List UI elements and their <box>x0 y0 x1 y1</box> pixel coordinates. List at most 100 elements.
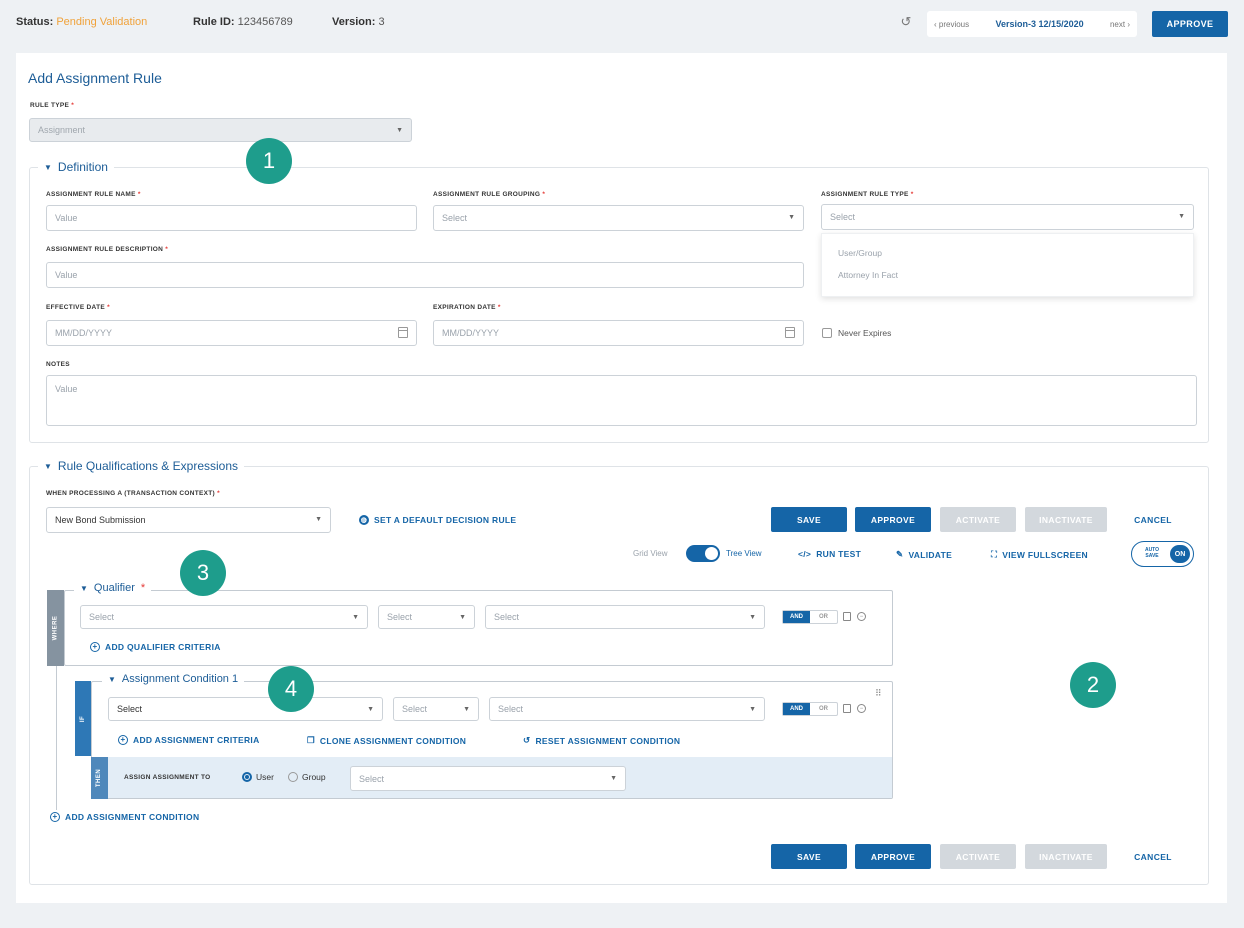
effective-date-input[interactable]: MM/DD/YYYY <box>46 320 417 346</box>
add-qualifier-criteria-link[interactable]: + ADD QUALIFIER CRITERIA <box>90 642 221 652</box>
add-assignment-criteria-link[interactable]: + ADD ASSIGNMENT CRITERIA <box>118 735 260 745</box>
view-fullscreen-button[interactable]: ⛶ VIEW FULLSCREEN <box>991 549 1088 560</box>
rule-grouping-select[interactable]: Select ▼ <box>433 205 804 231</box>
context-select[interactable]: New Bond Submission ▼ <box>46 507 331 533</box>
status-value: Pending Validation <box>56 16 148 28</box>
assign-to-select[interactable]: Select ▼ <box>350 766 626 791</box>
dropdown-option-attorney[interactable]: Attorney In Fact <box>838 270 898 280</box>
annotation-badge-1: 1 <box>246 138 292 184</box>
annotation-badge-4: 4 <box>268 666 314 712</box>
condition-legend[interactable]: ▼ Assignment Condition 1 <box>102 673 245 685</box>
qualifier-value-select[interactable]: Select ▼ <box>485 605 765 629</box>
expiration-date-input[interactable]: MM/DD/YYYY <box>433 320 804 346</box>
never-expires-label: Never Expires <box>838 328 892 338</box>
rule-type2-select[interactable]: Select ▼ <box>821 204 1194 230</box>
chevron-down-icon: ▼ <box>352 614 359 621</box>
plus-icon: + <box>118 735 128 745</box>
inactivate-button-bottom: INACTIVATE <box>1025 844 1107 869</box>
tree-connector <box>56 666 57 810</box>
save-button[interactable]: SAVE <box>771 507 847 532</box>
qualifications-legend[interactable]: ▼ Rule Qualifications & Expressions <box>38 459 245 473</box>
chevron-down-icon: ▼ <box>44 162 52 172</box>
reset-icon: ↺ <box>523 735 531 745</box>
auto-save-state: ON <box>1170 545 1190 563</box>
chevron-down-icon: ▼ <box>80 583 88 593</box>
next-version-button[interactable]: next › <box>1110 20 1130 29</box>
plus-icon: + <box>50 812 60 822</box>
assign-to-label: ASSIGN ASSIGNMENT TO <box>124 774 211 781</box>
never-expires-checkbox[interactable] <box>822 328 832 338</box>
clone-icon: ❐ <box>307 735 315 745</box>
current-version[interactable]: Version-3 12/15/2020 <box>996 19 1084 29</box>
reset-condition-link[interactable]: ↺ RESET ASSIGNMENT CONDITION <box>523 735 680 746</box>
run-test-button[interactable]: </> RUN TEST <box>798 549 861 559</box>
chevron-down-icon: ▼ <box>749 706 756 713</box>
previous-version-button[interactable]: ‹ previous <box>934 20 969 29</box>
rule-type2-label: ASSIGNMENT RULE TYPE * <box>821 191 914 198</box>
fullscreen-icon: ⛶ <box>991 549 998 559</box>
rule-type-select: Assignment ▼ <box>29 118 412 142</box>
effective-date-label: EFFECTIVE DATE * <box>46 304 110 311</box>
annotation-badge-3: 3 <box>180 550 226 596</box>
rule-description-label: ASSIGNMENT RULE DESCRIPTION * <box>46 246 169 253</box>
chevron-down-icon: ▼ <box>44 461 52 471</box>
calendar-icon[interactable] <box>785 327 795 338</box>
qualifier-and-or-toggle[interactable]: AND OR <box>782 610 838 624</box>
condition-and-or-toggle[interactable]: AND OR <box>782 702 838 716</box>
chevron-down-icon: ▼ <box>1178 213 1185 220</box>
cancel-button[interactable]: CANCEL <box>1124 507 1182 532</box>
radio-selected-icon <box>242 772 252 782</box>
add-assignment-condition-link[interactable]: + ADD ASSIGNMENT CONDITION <box>50 812 199 822</box>
condition-value-select[interactable]: Select ▼ <box>489 697 765 721</box>
context-label: WHEN PROCESSING A (TRANSACTION CONTEXT) … <box>46 490 220 497</box>
rule-type-dropdown: User/Group Attorney In Fact <box>821 233 1194 297</box>
validate-button[interactable]: ✎ VALIDATE <box>896 549 952 560</box>
copy-icon[interactable] <box>843 612 851 621</box>
notes-label: NOTES <box>46 361 70 368</box>
calendar-icon[interactable] <box>398 327 408 338</box>
status-label: Status: Pending Validation <box>16 16 148 28</box>
code-icon: </> <box>798 549 812 559</box>
qualifier-field-select[interactable]: Select ▼ <box>80 605 368 629</box>
annotation-badge-2: 2 <box>1070 662 1116 708</box>
remove-icon[interactable]: − <box>857 612 866 621</box>
cancel-button-bottom[interactable]: CANCEL <box>1124 844 1182 869</box>
view-toggle[interactable] <box>686 545 720 562</box>
rule-name-label: ASSIGNMENT RULE NAME * <box>46 191 141 198</box>
save-button-bottom[interactable]: SAVE <box>771 844 847 869</box>
copy-icon[interactable] <box>843 704 851 713</box>
activate-button-bottom: ACTIVATE <box>940 844 1016 869</box>
expiration-date-label: EXPIRATION DATE * <box>433 304 501 311</box>
if-sidebar: IF <box>75 681 91 756</box>
clone-condition-link[interactable]: ❐ CLONE ASSIGNMENT CONDITION <box>307 735 466 746</box>
tree-view-label: Tree View <box>726 549 762 558</box>
rule-description-input[interactable]: Value <box>46 262 804 288</box>
rule-grouping-label: ASSIGNMENT RULE GROUPING * <box>433 191 546 198</box>
condition-field-select[interactable]: Select ▼ <box>108 697 383 721</box>
qualifier-legend[interactable]: ▼ Qualifier * <box>74 582 152 594</box>
group-radio[interactable]: Group <box>288 772 326 782</box>
definition-legend[interactable]: ▼ Definition <box>38 160 114 174</box>
condition-operator-select[interactable]: Select ▼ <box>393 697 479 721</box>
set-default-rule-link[interactable]: ◍ SET A DEFAULT DECISION RULE <box>359 515 516 525</box>
remove-icon[interactable]: − <box>857 704 866 713</box>
rule-name-input[interactable]: Value <box>46 205 417 231</box>
globe-icon: ◍ <box>359 515 369 525</box>
plus-icon: + <box>90 642 100 652</box>
rule-id: Rule ID: 123456789 <box>193 16 293 28</box>
notes-textarea[interactable]: Value <box>46 375 1197 426</box>
qualifier-operator-select[interactable]: Select ▼ <box>378 605 475 629</box>
drag-handle-icon[interactable]: ⠿ <box>875 688 882 699</box>
top-approve-button[interactable]: APPROVE <box>1152 11 1228 37</box>
auto-save-toggle[interactable]: AUTO SAVE ON <box>1131 541 1194 567</box>
chevron-down-icon: ▼ <box>463 706 470 713</box>
approve-button[interactable]: APPROVE <box>855 507 931 532</box>
approve-button-bottom[interactable]: APPROVE <box>855 844 931 869</box>
user-radio[interactable]: User <box>242 772 274 782</box>
chevron-down-icon: ▼ <box>610 775 617 782</box>
rule-type-label: RULE TYPE * <box>30 102 75 109</box>
page-title: Add Assignment Rule <box>28 70 162 86</box>
dropdown-option-user-group[interactable]: User/Group <box>838 248 882 258</box>
history-icon[interactable]: ↺ <box>898 14 914 30</box>
auto-save-label: AUTO SAVE <box>1144 547 1160 559</box>
